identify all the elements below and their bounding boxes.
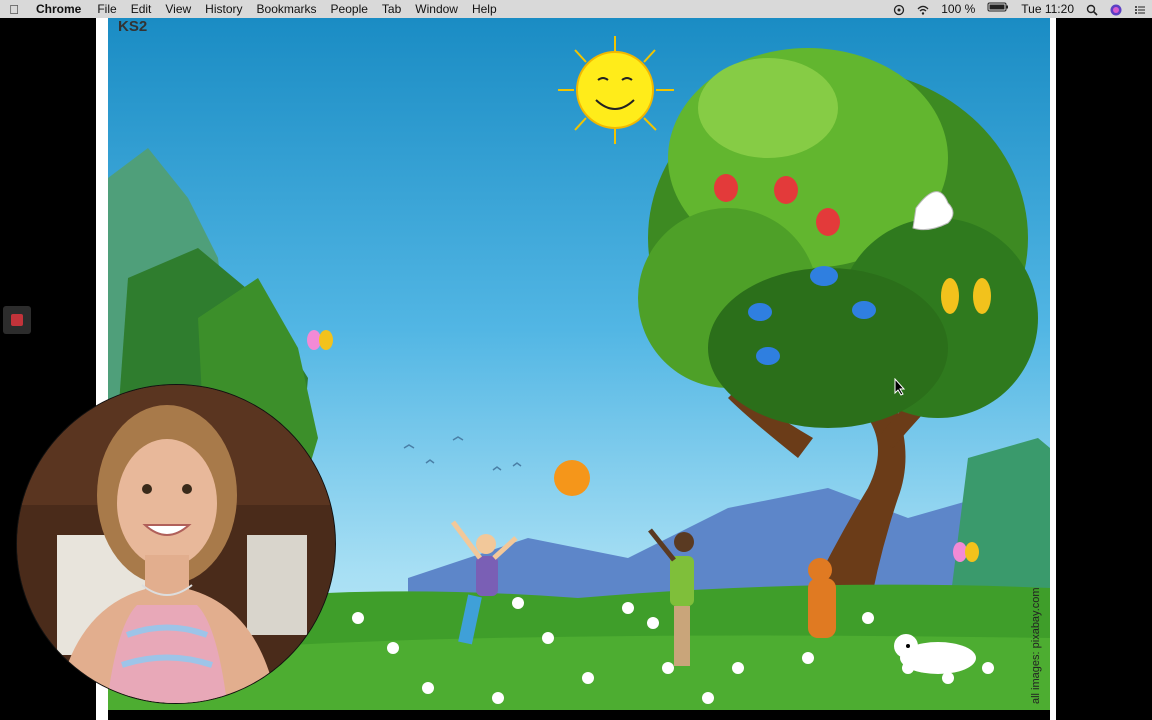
menu-history[interactable]: History xyxy=(198,0,249,18)
spotlight-icon[interactable] xyxy=(1080,0,1104,18)
apple-icon[interactable]:  xyxy=(0,2,28,17)
battery-percent: 100 % xyxy=(941,2,976,16)
menu-edit[interactable]: Edit xyxy=(124,0,159,18)
orange-dog xyxy=(808,558,836,638)
creative-cloud-icon[interactable] xyxy=(887,0,911,18)
image-credit-text: all images: pixabay.com xyxy=(1030,587,1042,704)
record-stop-button[interactable] xyxy=(3,306,31,334)
menu-bar:  Chrome File Edit View History Bookmark… xyxy=(0,0,1152,18)
butterfly-left xyxy=(307,330,333,350)
menu-bookmarks[interactable]: Bookmarks xyxy=(250,0,324,18)
clock[interactable]: Tue 11:20 xyxy=(1015,0,1080,18)
right-side-panel xyxy=(1056,18,1152,720)
menu-file[interactable]: File xyxy=(90,0,123,18)
smiling-sun xyxy=(558,36,674,144)
menu-help[interactable]: Help xyxy=(465,0,504,18)
menu-window[interactable]: Window xyxy=(408,0,465,18)
image-credit: all images: pixabay.com xyxy=(1026,574,1042,704)
notification-center-icon[interactable] xyxy=(1128,0,1152,18)
menu-app-name[interactable]: Chrome xyxy=(28,0,90,18)
mouse-cursor-icon xyxy=(894,378,906,396)
wifi-icon[interactable] xyxy=(911,0,935,18)
flying-birds-distant xyxy=(403,436,522,471)
slide-label: KS2 xyxy=(118,18,148,35)
webcam-presenter-video[interactable] xyxy=(16,384,336,704)
menu-view[interactable]: View xyxy=(158,0,198,18)
menu-people[interactable]: People xyxy=(324,0,375,18)
battery-icon[interactable] xyxy=(981,0,1015,18)
menu-tab[interactable]: Tab xyxy=(375,0,408,18)
presenter-portrait xyxy=(17,385,335,703)
orange-ball xyxy=(554,460,590,496)
siri-icon[interactable] xyxy=(1104,0,1128,18)
